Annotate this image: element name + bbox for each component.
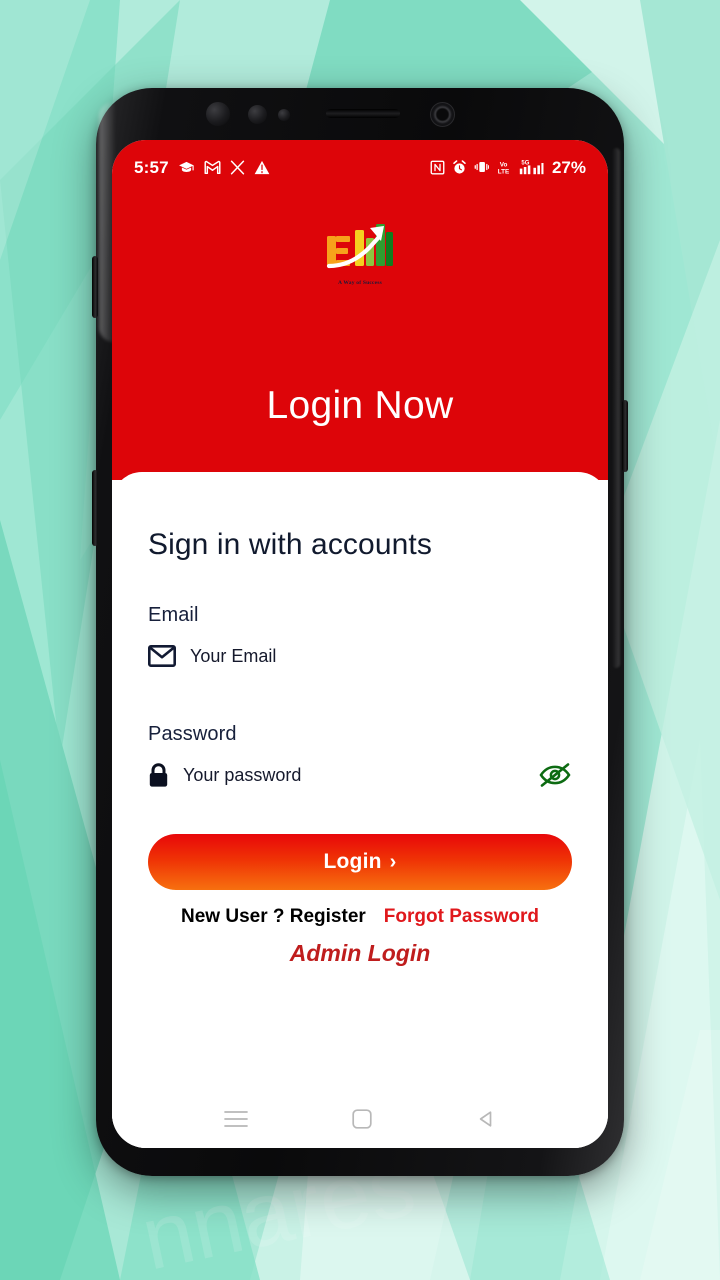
bixby-button[interactable] [92,470,98,546]
svg-text:LTE: LTE [498,168,509,175]
graduation-cap-icon [178,161,194,172]
header-banner: 5:57 Vo LTE 5G 27% A Way of Success Logi… [112,140,608,480]
iris-scanner-icon [430,102,455,127]
home-square-icon[interactable] [352,1109,372,1129]
login-button-label: Login [323,850,382,873]
envelope-icon [148,645,176,667]
login-form-sheet: Sign in with accounts Email Your Email P… [112,472,608,1148]
status-time: 5:57 [134,157,169,177]
vibrate-icon [474,162,489,172]
email-input-row[interactable]: Your Email [148,641,572,671]
auth-links-row: New User ? Register Forgot Password [148,906,572,928]
logo-tagline: A Way of Success [338,280,382,286]
phone-screen: 5:57 Vo LTE 5G 27% A Way of Success Logi… [112,140,608,1148]
status-bar-left: 5:57 [134,159,270,176]
form-heading: Sign in with accounts [148,528,432,561]
password-label: Password [148,723,237,745]
recents-menu-icon[interactable] [224,1110,248,1128]
volte-icon: Vo LTE [498,161,509,175]
password-field-group: Password Your password [148,723,572,790]
warning-triangle-icon [254,160,270,174]
password-input[interactable]: Your password [183,765,301,786]
register-link[interactable]: New User ? Register [181,906,366,928]
alarm-clock-icon [453,159,466,174]
forgot-password-link[interactable]: Forgot Password [384,906,539,928]
battery-percentage: 27% [551,157,586,177]
page-title: Login Now [266,384,454,427]
front-camera-icon [206,102,230,126]
email-field-group: Email Your Email [148,604,572,671]
android-nav-bar [112,1090,608,1148]
lock-icon [149,762,168,787]
ehm-growth-logo-icon [326,224,393,269]
chevron-right-icon: › [389,851,397,873]
admin-login-link[interactable]: Admin Login [148,940,572,967]
password-input-row[interactable]: Your password [148,760,572,790]
gmail-icon [204,160,221,174]
volume-rocker-button[interactable] [92,256,98,318]
svg-text:Vo: Vo [500,161,508,168]
proximity-sensor-icon [248,105,267,124]
earpiece-speaker [326,109,400,118]
front-sensor-strip [96,88,624,148]
signal-5g-icon: 5G [519,161,544,175]
app-logo: A Way of Success [112,216,608,286]
light-sensor-icon [278,109,290,121]
email-input[interactable]: Your Email [190,646,276,667]
back-triangle-icon[interactable] [476,1109,496,1129]
password-visibility-toggle[interactable] [538,762,572,788]
x-twitter-icon [230,160,245,174]
status-bar: 5:57 Vo LTE 5G 27% [112,154,608,180]
status-bar-right: Vo LTE 5G 27% [430,159,586,176]
phone-device: 5:57 Vo LTE 5G 27% A Way of Success Logi… [92,88,628,1176]
eye-off-icon [539,763,571,787]
nfc-icon [430,160,445,174]
email-label: Email [148,604,199,626]
login-button[interactable]: Login › [148,834,572,890]
power-button[interactable] [622,400,628,472]
